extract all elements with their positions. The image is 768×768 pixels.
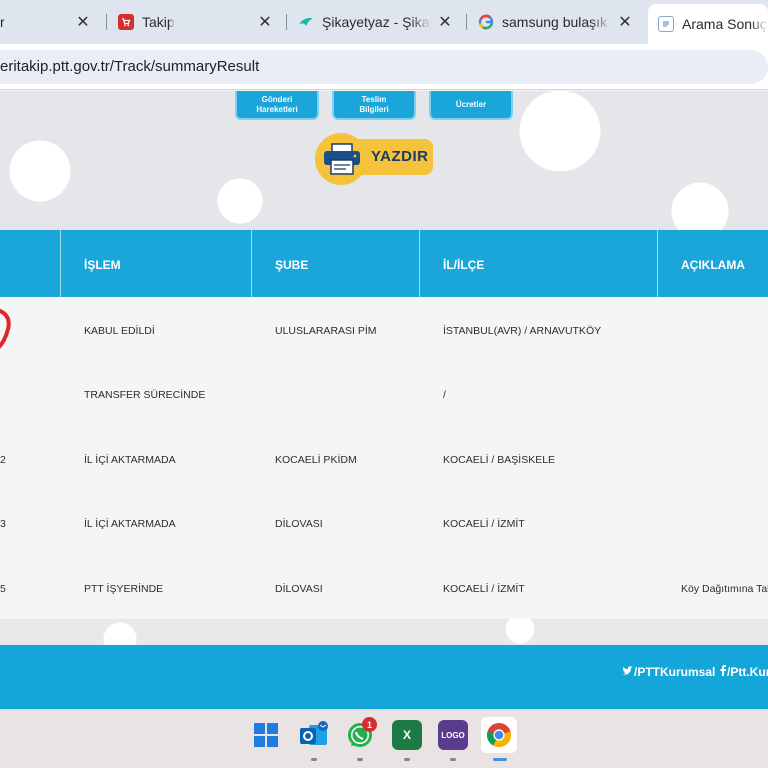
tab-title: samsung bulaşık m bbox=[502, 14, 612, 30]
outlook-icon[interactable] bbox=[299, 720, 329, 750]
tab-title: Şikayetyaz - Şikayet bbox=[322, 14, 432, 30]
site-footer: /PTTKurumsal /Ptt.Kur bbox=[0, 645, 768, 709]
address-bar[interactable]: eritakip.ptt.gov.tr/Track/summaryResult bbox=[0, 50, 768, 84]
running-indicator bbox=[357, 758, 363, 761]
browser-toolbar: eritakip.ptt.gov.tr/Track/summaryResult bbox=[0, 44, 768, 90]
cell-sube: DİLOVASI bbox=[275, 518, 323, 530]
cell-il-ilce: / bbox=[443, 389, 446, 401]
cell-date-fragment: 3 bbox=[0, 518, 6, 530]
cell-il-ilce: KOCAELİ / BAŞİSKELE bbox=[443, 454, 556, 466]
tab-sikayetyaz[interactable]: Şikayetyaz - Şikayet ✕ bbox=[292, 6, 462, 38]
column-header-sube: ŞUBE bbox=[251, 230, 419, 297]
tab-arama-sonuclari[interactable]: Arama Sonuçları bbox=[648, 4, 768, 44]
twitter-link[interactable]: /PTTKurumsal bbox=[622, 665, 715, 679]
table-row: 5 PTT İŞYERİNDE DİLOVASI KOCAELİ / İZMİT… bbox=[0, 555, 768, 619]
excel-letter: X bbox=[402, 728, 411, 742]
column-header-aciklama: AÇIKLAMA bbox=[657, 230, 768, 297]
table-row: 3 İL İÇİ AKTARMADA DİLOVASI KOCAELİ / İZ… bbox=[0, 490, 768, 554]
printer-icon bbox=[324, 143, 360, 175]
document-icon bbox=[658, 16, 674, 32]
footer-top-strip bbox=[0, 619, 768, 645]
url-text[interactable]: eritakip.ptt.gov.tr/Track/summaryResult bbox=[0, 58, 259, 75]
tracking-table-body: KABUL EDİLDİ ULUSLARARASI PİM İSTANBUL(A… bbox=[0, 297, 768, 619]
button-label-line2: Hareketleri bbox=[256, 104, 298, 114]
button-label-line1: Gönderi bbox=[261, 94, 293, 104]
running-indicator bbox=[311, 758, 317, 761]
cell-date-fragment: 5 bbox=[0, 583, 6, 595]
tab-unknown[interactable]: r ✕ bbox=[0, 6, 100, 38]
hero-background: Gönderi Hareketleri Teslim Bilgileri Ücret… bbox=[0, 91, 768, 231]
tab-title: Takip bbox=[142, 14, 175, 30]
cell-sube: DİLOVASI bbox=[275, 583, 323, 595]
tab-separator bbox=[286, 14, 287, 30]
column-header-islem: İŞLEM bbox=[60, 230, 251, 297]
close-icon[interactable]: ✕ bbox=[74, 12, 92, 32]
page-viewport: Gönderi Hareketleri Teslim Bilgileri Ücret… bbox=[0, 91, 768, 709]
bird-icon bbox=[298, 14, 314, 30]
tab-title: Arama Sonuçları bbox=[682, 16, 768, 32]
facebook-icon bbox=[720, 665, 726, 676]
logo-app-icon[interactable]: LOGO bbox=[438, 720, 468, 750]
tab-separator bbox=[106, 14, 107, 30]
print-label: YAZDIR bbox=[371, 148, 429, 165]
running-indicator bbox=[450, 758, 456, 761]
table-row: TRANSFER SÜRECİNDE / bbox=[0, 361, 768, 425]
cell-islem: İL İÇİ AKTARMADA bbox=[84, 518, 176, 530]
cell-islem: PTT İŞYERİNDE bbox=[84, 583, 164, 595]
table-row: KABUL EDİLDİ ULUSLARARASI PİM İSTANBUL(A… bbox=[0, 297, 768, 361]
cell-il-ilce: KOCAELİ / İZMİT bbox=[443, 518, 525, 530]
button-label-line1: Teslim bbox=[361, 94, 387, 104]
tab-google-search[interactable]: samsung bulaşık m ✕ bbox=[472, 6, 642, 38]
facebook-handle: /Ptt.Kur bbox=[727, 665, 768, 679]
button-label-line1: Ücretler bbox=[455, 99, 487, 109]
chrome-icon[interactable] bbox=[481, 717, 517, 753]
tab-takip[interactable]: Takip ✕ bbox=[112, 6, 282, 38]
cell-islem: KABUL EDİLDİ bbox=[84, 325, 155, 337]
logo-app-text: LOGO bbox=[441, 730, 465, 740]
cell-il-ilce: İSTANBUL(AVR) / ARNAVUTKÖY bbox=[443, 325, 602, 337]
cell-islem: İL İÇİ AKTARMADA bbox=[84, 454, 176, 466]
column-header-il-ilce: İL/İLÇE bbox=[419, 230, 657, 297]
google-icon bbox=[478, 14, 494, 30]
teslim-bilgileri-button[interactable]: Teslim Bilgileri bbox=[332, 91, 416, 120]
tab-separator bbox=[466, 14, 467, 30]
ucretler-button[interactable]: Ücretler bbox=[429, 91, 513, 120]
cell-islem: TRANSFER SÜRECİNDE bbox=[84, 389, 206, 401]
tab-title: r bbox=[0, 14, 5, 30]
cell-date-fragment: 2 bbox=[0, 454, 6, 466]
os-taskbar: 1 X LOGO bbox=[0, 709, 768, 768]
close-icon[interactable]: ✕ bbox=[616, 12, 634, 32]
button-label-line2: Bilgileri bbox=[359, 104, 389, 114]
browser-tab-strip: r ✕ Takip ✕ Şikayetyaz - Şikayet ✕ samsu… bbox=[0, 0, 768, 44]
cell-aciklama: Köy Dağıtımına Tab bbox=[681, 583, 768, 595]
cell-il-ilce: KOCAELİ / İZMİT bbox=[443, 583, 525, 595]
excel-icon[interactable]: X bbox=[392, 720, 422, 750]
active-indicator bbox=[493, 758, 507, 761]
facebook-link[interactable]: /Ptt.Kur bbox=[719, 665, 768, 679]
running-indicator bbox=[404, 758, 410, 761]
cell-sube: ULUSLARARASI PİM bbox=[275, 325, 377, 337]
windows-start-icon[interactable] bbox=[251, 720, 281, 750]
print-button[interactable]: YAZDIR bbox=[315, 133, 433, 185]
twitter-handle: /PTTKurumsal bbox=[634, 665, 716, 679]
cart-icon bbox=[118, 14, 134, 30]
gonderi-hareketleri-button[interactable]: Gönderi Hareketleri bbox=[235, 91, 319, 120]
twitter-icon bbox=[622, 666, 633, 675]
table-row: 2 İL İÇİ AKTARMADA KOCAELİ PKİDM KOCAELİ… bbox=[0, 426, 768, 490]
close-icon[interactable]: ✕ bbox=[256, 12, 274, 32]
whatsapp-notification-badge: 1 bbox=[362, 717, 377, 732]
close-icon[interactable]: ✕ bbox=[436, 12, 454, 32]
tracking-table-header: İŞLEM ŞUBE İL/İLÇE AÇIKLAMA bbox=[0, 230, 768, 297]
cell-sube: KOCAELİ PKİDM bbox=[275, 454, 357, 466]
